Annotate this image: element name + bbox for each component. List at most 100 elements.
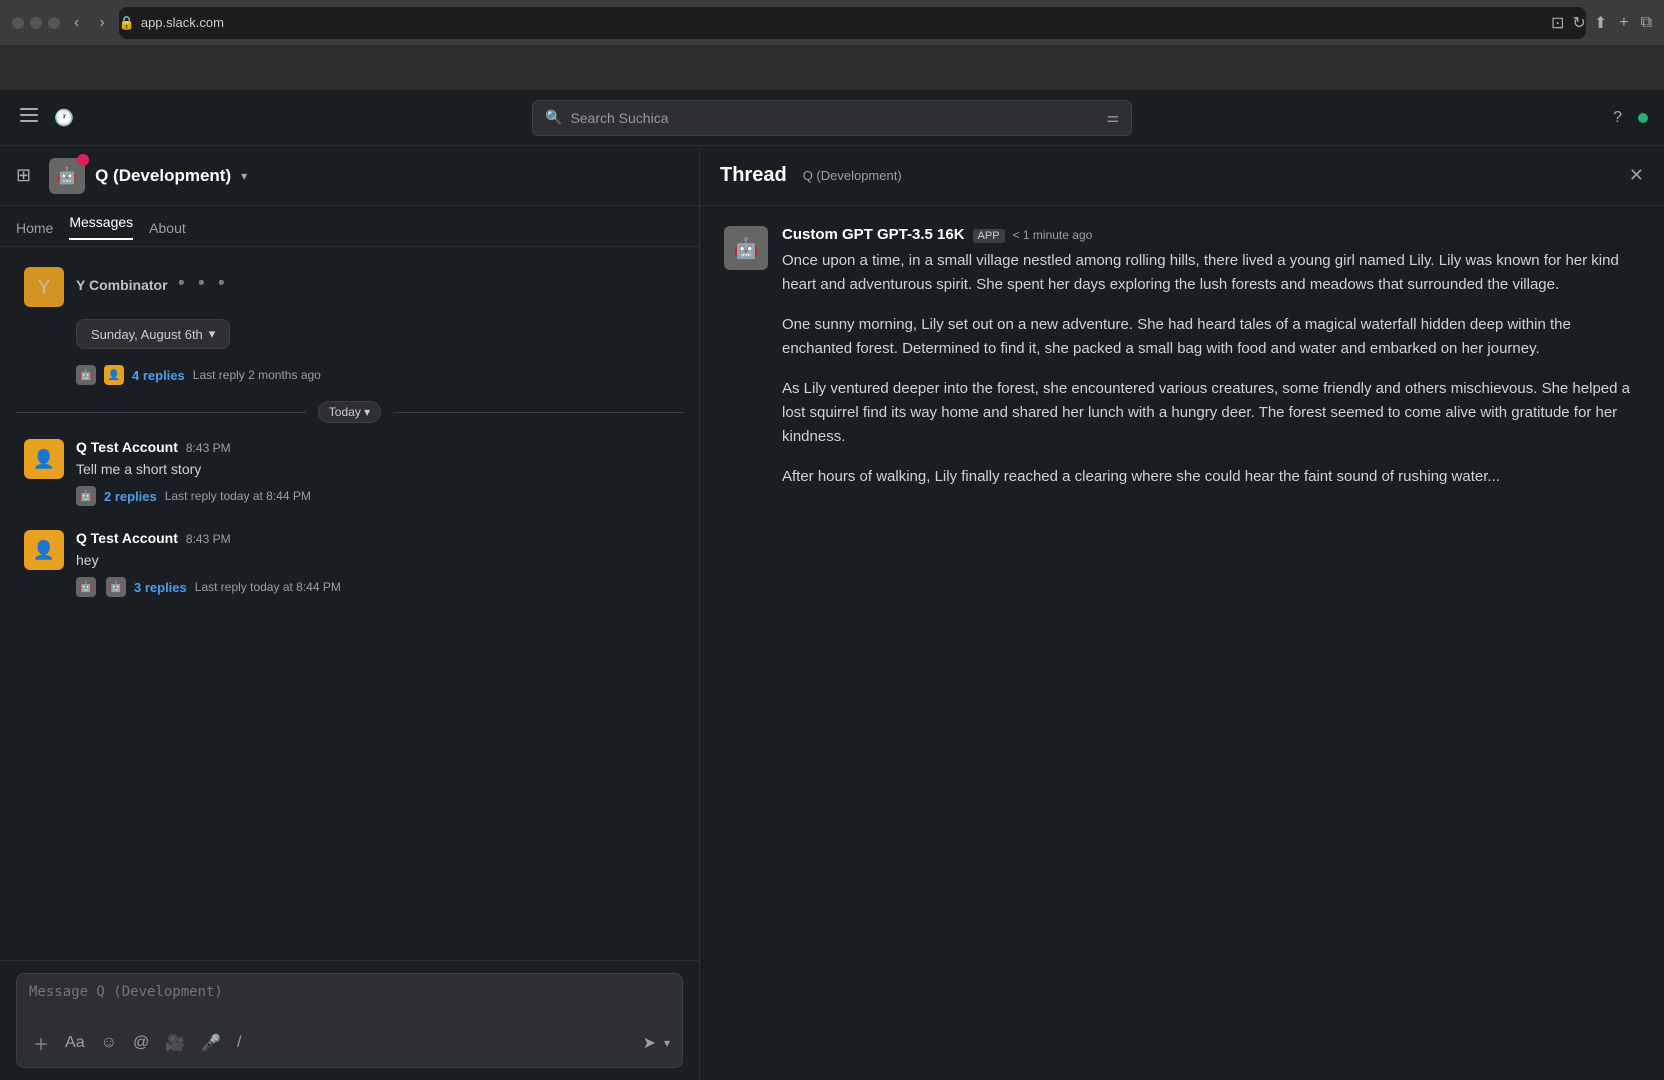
avatar: 👤: [24, 439, 64, 479]
sunday-date-badge[interactable]: Sunday, August 6th ▾: [76, 319, 230, 349]
channel-chevron-icon[interactable]: ▾: [241, 169, 247, 183]
reply-last-time: Last reply 2 months ago: [193, 368, 321, 382]
lock-icon: 🔒: [119, 15, 135, 31]
search-icon: 🔍: [545, 109, 562, 126]
tab-about[interactable]: About: [149, 214, 186, 246]
thread-message-paragraph-1: Once upon a time, in a small village nes…: [782, 249, 1640, 489]
today-label: Today: [329, 405, 361, 419]
slack-topbar: 🕐 🔍 Search Suchica ⚌ ?: [0, 90, 1664, 146]
avatar: 👤: [24, 530, 64, 570]
sidebar-layout-icon[interactable]: ⊞: [16, 165, 31, 186]
history-btn[interactable]: 🕐: [50, 104, 78, 132]
channel-header: ⊞ 🤖 Q (Development) ▾: [0, 146, 699, 206]
thread-avatar: 🤖: [724, 226, 768, 270]
avatar: Y: [24, 267, 64, 307]
reply-count[interactable]: 4 replies: [132, 368, 185, 383]
maximize-btn[interactable]: [48, 17, 60, 29]
reply-last-time: Last reply today at 8:44 PM: [195, 580, 341, 594]
thread-header: Thread Q (Development) ✕: [700, 146, 1664, 206]
help-btn[interactable]: ?: [1609, 105, 1626, 131]
messages-tab-wrapper: Messages: [69, 214, 133, 246]
browser-chrome: ‹ › 🔒 app.slack.com ⊡ ↻ ⬆ + ⧉: [0, 0, 1664, 90]
emoji-button[interactable]: ☺: [97, 1032, 121, 1054]
list-item: 👤 Q Test Account 8:43 PM Tell me a short…: [16, 435, 683, 510]
search-placeholder: Search Suchica: [570, 110, 668, 126]
minimize-btn[interactable]: [30, 17, 42, 29]
send-button[interactable]: ➤: [643, 1033, 656, 1053]
list-item: Y Y Combinator ・・・: [16, 263, 683, 311]
avatar: 🤖: [106, 577, 126, 597]
channel-notification-badge: [77, 154, 89, 166]
avatar: 🤖: [76, 486, 96, 506]
address-bar-actions: ⊡ ↻: [1551, 13, 1586, 33]
channel-nav: Home Messages About: [0, 206, 699, 247]
back-button[interactable]: ‹: [68, 10, 85, 36]
date-chevron-icon: ▾: [209, 326, 216, 342]
avatar: 🤖: [76, 577, 96, 597]
send-options-button[interactable]: ▾: [664, 1036, 670, 1050]
url-display: app.slack.com: [141, 15, 224, 30]
ycombinator-replies: 🤖 👤 4 replies Last reply 2 months ago: [16, 365, 683, 385]
tab-messages[interactable]: Messages: [69, 208, 133, 240]
date-section-sunday: Sunday, August 6th ▾: [16, 319, 683, 349]
divider-line: [16, 412, 306, 413]
thread-messages-area: 🤖 Custom GPT GPT-3.5 16K APP < 1 minute …: [700, 206, 1664, 1080]
thread-channel-name: Q (Development): [803, 168, 902, 183]
new-tab-btn[interactable]: +: [1619, 14, 1628, 32]
address-bar[interactable]: 🔒 app.slack.com ⊡ ↻: [119, 7, 1586, 39]
video-button[interactable]: 🎥: [161, 1031, 189, 1055]
attach-button[interactable]: ＋: [29, 1029, 53, 1057]
divider-line: [393, 412, 683, 413]
thread-message-content: Custom GPT GPT-3.5 16K APP < 1 minute ag…: [782, 226, 1640, 505]
sunday-date-label: Sunday, August 6th: [91, 327, 203, 342]
reply-info: 🤖 🤖 3 replies Last reply today at 8:44 P…: [76, 577, 675, 597]
reply-info: 🤖 2 replies Last reply today at 8:44 PM: [76, 486, 675, 506]
snippet-button[interactable]: /: [233, 1032, 245, 1054]
reload-btn[interactable]: ↻: [1572, 13, 1585, 33]
sidebar-toggle-btn[interactable]: [16, 104, 42, 131]
input-toolbar: ＋ Aa ☺ @ 🎥 🎤 / ➤ ▾: [29, 1029, 670, 1057]
today-chevron-icon: ▾: [364, 405, 370, 419]
status-indicator: [1638, 113, 1648, 123]
message-text: hey: [76, 550, 675, 571]
audio-button[interactable]: 🎤: [197, 1031, 225, 1055]
forward-button[interactable]: ›: [93, 10, 110, 36]
message-time: 8:43 PM: [186, 441, 231, 455]
format-text-button[interactable]: Aa: [61, 1032, 89, 1054]
message-input-area: ＋ Aa ☺ @ 🎥 🎤 / ➤ ▾: [0, 960, 699, 1080]
app-badge: APP: [973, 229, 1005, 243]
avatar: 🤖: [76, 365, 96, 385]
search-bar[interactable]: 🔍 Search Suchica ⚌: [532, 100, 1132, 136]
message-text: Tell me a short story: [76, 459, 675, 480]
tab-home[interactable]: Home: [16, 214, 53, 246]
thread-message: 🤖 Custom GPT GPT-3.5 16K APP < 1 minute …: [724, 226, 1640, 505]
message-content: Q Test Account 8:43 PM Tell me a short s…: [76, 439, 675, 506]
search-filter-icon[interactable]: ⚌: [1106, 109, 1119, 126]
reply-info: 🤖 👤 4 replies Last reply 2 months ago: [76, 365, 683, 385]
channel-name[interactable]: Q (Development): [95, 166, 231, 186]
thread-message-time: < 1 minute ago: [1013, 228, 1093, 242]
reply-last-time: Last reply today at 8:44 PM: [165, 489, 311, 503]
today-badge[interactable]: Today ▾: [318, 401, 381, 423]
share-btn[interactable]: ⬆: [1594, 13, 1607, 33]
mention-button[interactable]: @: [129, 1032, 153, 1054]
reply-count[interactable]: 2 replies: [104, 489, 157, 504]
window-controls: [12, 17, 60, 29]
close-thread-button[interactable]: ✕: [1629, 165, 1644, 186]
thread-title: Thread: [720, 164, 787, 187]
tabs-btn[interactable]: ⧉: [1641, 14, 1652, 32]
reply-count[interactable]: 3 replies: [134, 580, 187, 595]
slack-main: ⊞ 🤖 Q (Development) ▾ Home Messages Abou…: [0, 146, 1664, 1080]
slack-app: 🕐 🔍 Search Suchica ⚌ ? ⊞ 🤖 Q (Developmen…: [0, 90, 1664, 1080]
date-divider-today: Today ▾: [16, 401, 683, 423]
channel-icon: 🤖: [49, 158, 85, 194]
message-author: Q Test Account: [76, 530, 178, 546]
message-author: Y Combinator ・・・: [76, 267, 476, 296]
messages-area: Y Y Combinator ・・・ Sunday, August 6th ▾ …: [0, 247, 699, 960]
message-content: Q Test Account 8:43 PM hey 🤖 🤖 3 replies…: [76, 530, 675, 597]
reader-view-btn[interactable]: ⊡: [1551, 13, 1564, 33]
message-content: Y Combinator ・・・: [76, 267, 675, 307]
message-input[interactable]: [29, 984, 670, 1016]
close-btn[interactable]: [12, 17, 24, 29]
list-item: 👤 Q Test Account 8:43 PM hey 🤖 🤖 3 repli…: [16, 526, 683, 601]
